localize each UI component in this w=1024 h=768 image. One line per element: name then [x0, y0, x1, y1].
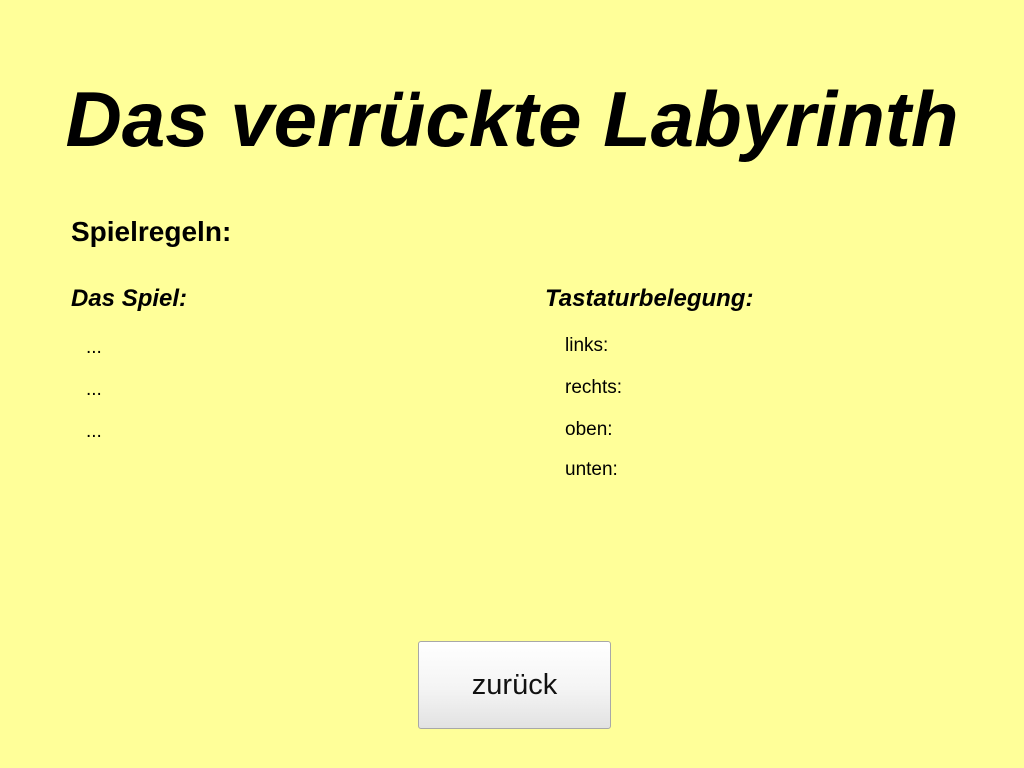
page-title: Das verrückte Labyrinth: [65, 75, 959, 163]
key-label-right: rechts:: [565, 377, 623, 398]
game-rule-line: ...: [86, 337, 102, 358]
rules-heading: Spielregeln:: [71, 216, 232, 247]
key-label-up: oben:: [565, 419, 613, 440]
keyboard-heading: Tastaturbelegung:: [545, 285, 754, 312]
game-heading: Das Spiel:: [71, 285, 188, 312]
key-label-left: links:: [565, 335, 609, 356]
key-label-down: unten:: [565, 459, 618, 480]
game-rule-line: ...: [86, 379, 102, 400]
game-rule-line: ...: [86, 421, 102, 442]
back-button[interactable]: zurück: [418, 641, 611, 729]
